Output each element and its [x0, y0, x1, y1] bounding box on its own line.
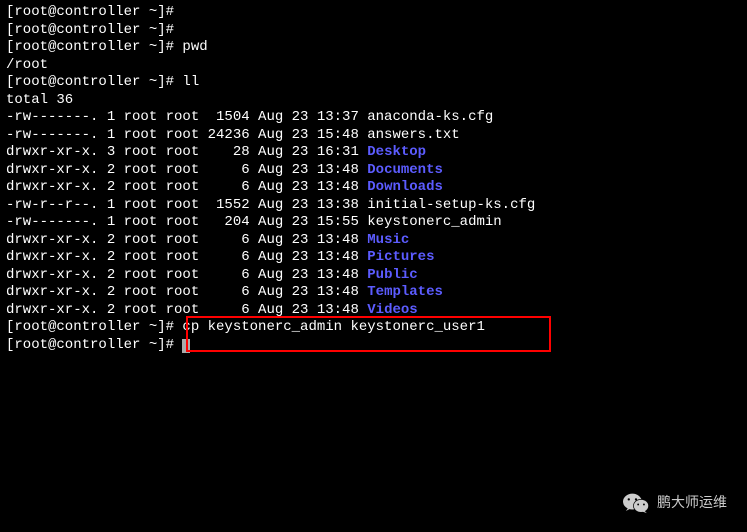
- terminal-line: [root@controller ~]# cp keystonerc_admin…: [6, 319, 741, 337]
- terminal-line: /root: [6, 57, 741, 75]
- terminal-line: drwxr-xr-x. 2 root root 6 Aug 23 13:48 P…: [6, 249, 741, 267]
- terminal-line: -rw-------. 1 root root 204 Aug 23 15:55…: [6, 214, 741, 232]
- terminal-line: -rw-------. 1 root root 24236 Aug 23 15:…: [6, 127, 741, 145]
- terminal-line: -rw-r--r--. 1 root root 1552 Aug 23 13:3…: [6, 197, 741, 215]
- wechat-icon: [623, 492, 649, 514]
- terminal-line: drwxr-xr-x. 2 root root 6 Aug 23 13:48 P…: [6, 267, 741, 285]
- terminal-line: [root@controller ~]# pwd: [6, 39, 741, 57]
- terminal-line: [root@controller ~]#: [6, 4, 741, 22]
- terminal-line: drwxr-xr-x. 2 root root 6 Aug 23 13:48 D…: [6, 179, 741, 197]
- watermark-text: 鹏大师运维: [657, 494, 727, 512]
- cursor: [182, 339, 190, 353]
- terminal-line: total 36: [6, 92, 741, 110]
- terminal-line: -rw-------. 1 root root 1504 Aug 23 13:3…: [6, 109, 741, 127]
- terminal-line: drwxr-xr-x. 2 root root 6 Aug 23 13:48 V…: [6, 302, 741, 320]
- terminal-line: [root@controller ~]#: [6, 22, 741, 40]
- terminal-line: drwxr-xr-x. 2 root root 6 Aug 23 13:48 D…: [6, 162, 741, 180]
- watermark: 鹏大师运维: [623, 492, 727, 514]
- terminal-line: [root@controller ~]# ll: [6, 74, 741, 92]
- terminal-line: drwxr-xr-x. 3 root root 28 Aug 23 16:31 …: [6, 144, 741, 162]
- terminal-output[interactable]: [root@controller ~]#[root@controller ~]#…: [6, 4, 741, 354]
- terminal-line: drwxr-xr-x. 2 root root 6 Aug 23 13:48 T…: [6, 284, 741, 302]
- terminal-line: [root@controller ~]#: [6, 337, 741, 355]
- terminal-line: drwxr-xr-x. 2 root root 6 Aug 23 13:48 M…: [6, 232, 741, 250]
